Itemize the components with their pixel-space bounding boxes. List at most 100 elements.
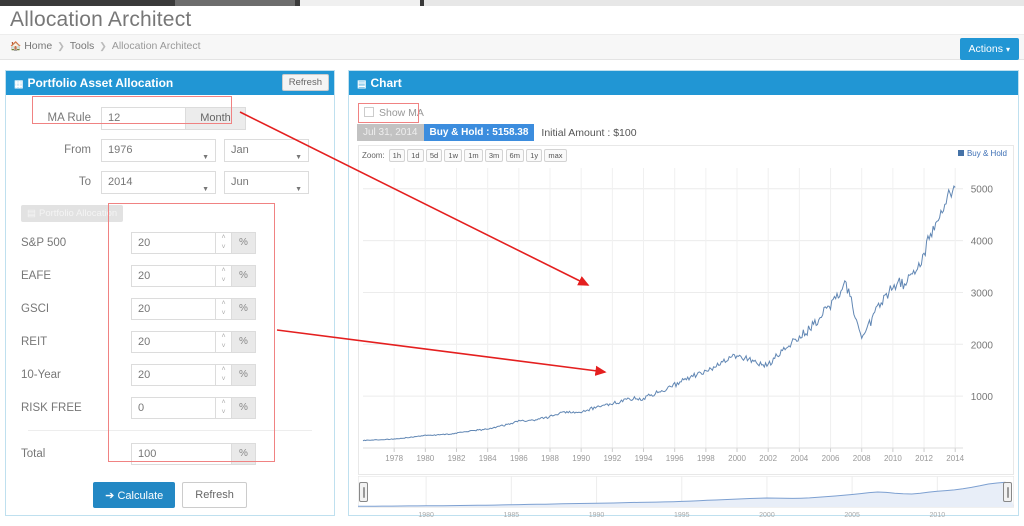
svg-text:1992: 1992 <box>603 454 621 463</box>
form-refresh-button[interactable]: Refresh <box>182 482 247 508</box>
spinner-down-icon[interactable]: ˅ <box>216 342 231 352</box>
total-percent-suffix: % <box>232 442 256 465</box>
spinner-down-icon[interactable]: ˅ <box>216 276 231 286</box>
asset-name-3: REIT <box>21 335 48 348</box>
asset-name-0: S&P 500 <box>21 236 67 249</box>
asset-input-5[interactable] <box>131 396 216 419</box>
asset-row: RISK FREE ˄ ˅ % <box>16 391 324 424</box>
asset-input-3[interactable] <box>131 330 216 353</box>
checkbox-icon[interactable] <box>364 107 374 117</box>
spinner-down-icon[interactable]: ˅ <box>216 309 231 319</box>
svg-text:1980: 1980 <box>418 512 434 519</box>
svg-text:1984: 1984 <box>479 454 497 463</box>
asset-spinner-3[interactable]: ˄ ˅ <box>216 330 232 353</box>
show-ma-checkbox[interactable]: Show MA <box>364 107 424 119</box>
zoom-button-1d[interactable]: 1d <box>407 149 424 162</box>
spinner-up-icon[interactable]: ˄ <box>216 365 231 375</box>
zoom-button-1y[interactable]: 1y <box>526 149 543 162</box>
calculate-button[interactable]: ➔ Calculate <box>93 482 176 508</box>
asset-spinner-5[interactable]: ˄ ˅ <box>216 396 232 419</box>
from-row: From 1976 ▼ Jan ▼ <box>16 135 324 165</box>
svg-text:1996: 1996 <box>666 454 684 463</box>
ma-rule-row: MA Rule Month <box>16 103 324 133</box>
asset-spinner-0[interactable]: ˄ ˅ <box>216 231 232 254</box>
zoom-button-1h[interactable]: 1h <box>388 149 406 162</box>
svg-text:2005: 2005 <box>844 512 860 519</box>
actions-button[interactable]: Actions ▾ <box>959 38 1019 60</box>
ma-rule-input[interactable] <box>101 106 186 130</box>
left-panel-title: Portfolio Asset Allocation <box>27 76 174 90</box>
chart-zoom-toolbar: Zoom: 1h 1d 5d 1w 1m 3m 6m 1y max <box>362 149 567 162</box>
show-ma-label: Show MA <box>379 107 424 119</box>
asset-input-0[interactable] <box>131 231 216 254</box>
to-month-select[interactable]: Jun ▼ <box>224 170 309 194</box>
zoom-button-1m[interactable]: 1m <box>464 149 483 162</box>
svg-text:2012: 2012 <box>915 454 933 463</box>
svg-text:2014: 2014 <box>946 454 964 463</box>
asset-input-4[interactable] <box>131 363 216 386</box>
initial-amount-text: Initial Amount : $100 <box>541 126 637 139</box>
chart-legend[interactable]: Buy & Hold <box>957 149 1007 158</box>
from-month-select[interactable]: Jan ▼ <box>224 138 309 162</box>
spinner-up-icon[interactable]: ˄ <box>216 398 231 408</box>
asset-name-1: EAFE <box>21 269 52 282</box>
asset-spinner-2[interactable]: ˄ ˅ <box>216 297 232 320</box>
chevron-down-icon: ▼ <box>202 185 209 193</box>
svg-text:1000: 1000 <box>971 392 994 403</box>
asset-input-2[interactable] <box>131 297 216 320</box>
asset-spinner-1[interactable]: ˄ ˅ <box>216 264 232 287</box>
spinner-up-icon[interactable]: ˄ <box>216 233 231 243</box>
chart-plot-frame: Zoom: 1h 1d 5d 1w 1m 3m 6m 1y max Buy & … <box>358 145 1014 475</box>
chevron-down-icon: ▼ <box>295 153 302 161</box>
svg-text:2002: 2002 <box>759 454 777 463</box>
asset-percent-suffix-3: % <box>232 330 256 353</box>
spinner-down-icon[interactable]: ˅ <box>216 408 231 418</box>
left-panel-header: ▦ Portfolio Asset Allocation Refresh <box>6 71 334 95</box>
from-year-select[interactable]: 1976 ▼ <box>101 138 216 162</box>
grid-icon: ▦ <box>14 79 24 90</box>
breadcrumb-item-tools[interactable]: Tools <box>70 40 95 52</box>
navigator-handle-right[interactable] <box>1003 482 1012 502</box>
to-label: To <box>78 176 91 188</box>
svg-text:1990: 1990 <box>589 512 605 519</box>
zoom-button-1w[interactable]: 1w <box>444 149 462 162</box>
asset-input-1[interactable] <box>131 264 216 287</box>
zoom-button-6m[interactable]: 6m <box>505 149 524 162</box>
legend-swatch <box>957 150 964 156</box>
svg-text:1986: 1986 <box>510 454 528 463</box>
svg-text:4000: 4000 <box>971 237 994 248</box>
spinner-up-icon[interactable]: ˄ <box>216 299 231 309</box>
to-year-select[interactable]: 2014 ▼ <box>101 170 216 194</box>
asset-percent-suffix-5: % <box>232 396 256 419</box>
spinner-up-icon[interactable]: ˄ <box>216 266 231 276</box>
form-button-bar: ➔ Calculate Refresh <box>16 482 324 508</box>
asset-spinner-4[interactable]: ˄ ˅ <box>216 363 232 386</box>
spinner-down-icon[interactable]: ˅ <box>216 375 231 385</box>
chart-navigator[interactable]: 1980 1985 1990 1995 2000 2005 2010 <box>357 475 1015 521</box>
svg-text:1988: 1988 <box>541 454 559 463</box>
navigator-svg: 1980 1985 1990 1995 2000 2005 2010 <box>357 475 1015 519</box>
spinner-up-icon[interactable]: ˄ <box>216 332 231 342</box>
navigator-handle-left[interactable] <box>359 482 368 502</box>
svg-text:3000: 3000 <box>971 288 994 299</box>
breadcrumb-item-home[interactable]: Home <box>24 40 52 52</box>
svg-text:2008: 2008 <box>853 454 871 463</box>
svg-text:1995: 1995 <box>674 512 690 519</box>
asset-percent-suffix-4: % <box>232 363 256 386</box>
to-row: To 2014 ▼ Jun ▼ <box>16 167 324 197</box>
zoom-button-max[interactable]: max <box>544 149 567 162</box>
total-input <box>131 442 232 465</box>
svg-text:1985: 1985 <box>504 512 520 519</box>
spinner-down-icon[interactable]: ˅ <box>216 243 231 253</box>
asset-input-group-4: ˄ ˅ % <box>131 363 256 386</box>
chart-panel-title: Chart <box>370 76 402 90</box>
svg-text:1982: 1982 <box>448 454 466 463</box>
asset-percent-suffix-0: % <box>232 231 256 254</box>
svg-text:2000: 2000 <box>971 340 994 351</box>
svg-text:1994: 1994 <box>635 454 653 463</box>
panel-refresh-button[interactable]: Refresh <box>281 74 329 91</box>
zoom-button-3m[interactable]: 3m <box>484 149 504 162</box>
asset-name-5: RISK FREE <box>21 401 82 414</box>
chart-info-row: Jul 31, 2014 Buy & Hold : 5158.38 Initia… <box>357 124 637 141</box>
zoom-button-5d[interactable]: 5d <box>425 149 443 162</box>
